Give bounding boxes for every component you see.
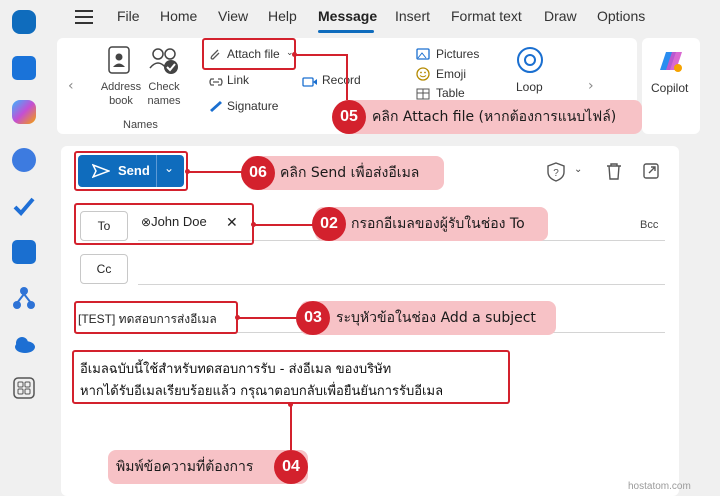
menu-home[interactable]: Home (160, 8, 197, 24)
emoji-button[interactable]: Emoji (436, 67, 466, 81)
annotation-step03-pill: ระบุหัวข้อในช่อง Add a subject (300, 301, 556, 335)
watermark: hostatom.com (628, 481, 691, 492)
cc-underline (138, 284, 665, 285)
copilot-rail-icon[interactable] (12, 100, 36, 124)
annotation-line-body (290, 404, 292, 450)
annotation-step02-badge: 02 (312, 207, 346, 241)
calendar-icon[interactable] (12, 56, 36, 80)
signature-icon (208, 98, 224, 117)
mail-icon[interactable] (12, 10, 36, 34)
address-book-button[interactable]: Address book (97, 80, 145, 108)
copilot-button[interactable]: Copilot (651, 81, 688, 95)
bcc-button[interactable]: Bcc (640, 219, 658, 231)
annotation-dot-subject (235, 315, 240, 320)
menu-format-text[interactable]: Format text (451, 8, 522, 24)
annotation-dot-send (185, 169, 190, 174)
menu-help[interactable]: Help (268, 8, 297, 24)
menu-options[interactable]: Options (597, 8, 645, 24)
menu-message[interactable]: Message (318, 8, 377, 24)
annotation-step05-pill: คลิก Attach file (หากต้องการแนบไฟล์) (340, 100, 642, 134)
loop-button[interactable]: Loop (516, 80, 543, 94)
record-icon (302, 73, 318, 92)
annotation-box-subject (74, 301, 238, 334)
annotation-step04-badge: 04 (274, 450, 308, 484)
svg-text:?: ? (553, 168, 559, 179)
apps-icon[interactable] (12, 376, 36, 400)
annotation-step06-pill: คลิก Send เพื่อส่งอีเมล (246, 156, 444, 190)
annotation-step03-badge: 03 (296, 301, 330, 335)
menu-insert[interactable]: Insert (395, 8, 430, 24)
menu-view[interactable]: View (218, 8, 248, 24)
menu-file[interactable]: File (117, 8, 140, 24)
app-rail (0, 0, 48, 496)
cc-button[interactable]: Cc (80, 254, 128, 284)
table-button[interactable]: Table (436, 86, 465, 100)
ribbon-scroll-left-icon[interactable]: ‹ (68, 78, 74, 94)
link-button[interactable]: Link (227, 73, 249, 87)
people-icon[interactable] (12, 148, 36, 172)
annotation-line-attach-v (346, 54, 348, 100)
annotation-box-body (72, 350, 510, 404)
check-names-icon (148, 46, 180, 80)
active-tab-indicator (318, 30, 374, 33)
annotation-box-attach (202, 38, 296, 70)
onedrive-save-icon[interactable] (12, 240, 36, 264)
annotation-step06-badge: 06 (241, 156, 275, 190)
annotation-line-subject (238, 317, 298, 319)
annotation-dot-to (251, 222, 256, 227)
address-book-icon (108, 46, 130, 78)
ribbon-scroll-right-icon[interactable]: › (588, 78, 594, 94)
menu-draw[interactable]: Draw (544, 8, 577, 24)
pictures-icon (416, 46, 430, 65)
emoji-icon (416, 66, 430, 85)
link-icon (208, 73, 224, 92)
sensitivity-chevron-icon[interactable]: ⌄ (574, 164, 582, 175)
annotation-box-send (74, 151, 188, 191)
copilot-icon (656, 46, 686, 80)
sensitivity-icon[interactable]: ? (546, 162, 566, 186)
todo-icon[interactable] (12, 194, 36, 218)
pop-out-icon[interactable] (642, 162, 660, 184)
names-group-label: Names (123, 119, 158, 131)
annotation-line-to (254, 224, 314, 226)
org-icon[interactable] (12, 286, 36, 310)
signature-button[interactable]: Signature (227, 99, 278, 113)
annotation-step02-pill: กรอกอีเมลของผู้รับในช่อง To (315, 207, 548, 241)
pictures-button[interactable]: Pictures (436, 47, 479, 61)
discard-icon[interactable] (606, 162, 622, 184)
hamburger-menu-icon[interactable] (75, 10, 93, 24)
record-button[interactable]: Record (322, 73, 361, 87)
annotation-dot-attach (292, 52, 297, 57)
annotation-box-to (74, 203, 254, 245)
loop-icon (515, 46, 545, 80)
annotation-line-attach-h (294, 54, 348, 56)
onedrive-icon[interactable] (12, 332, 36, 356)
annotation-step05-badge: 05 (332, 100, 366, 134)
annotation-line-send (188, 171, 244, 173)
annotation-dot-body (288, 402, 293, 407)
check-names-button[interactable]: Check names (143, 80, 185, 108)
